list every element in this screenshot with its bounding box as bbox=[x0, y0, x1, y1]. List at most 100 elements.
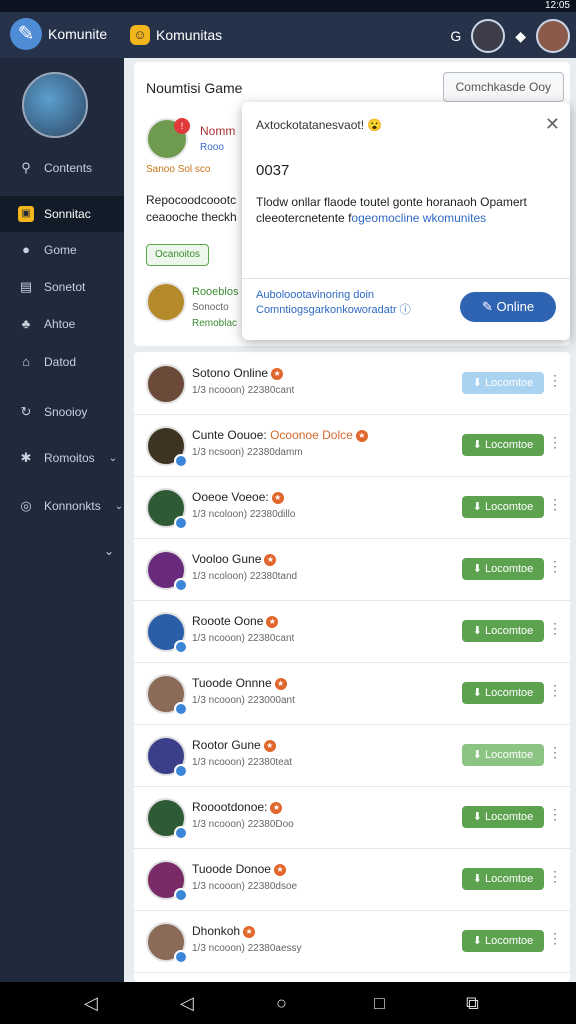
sidebar-item-contents[interactable]: ⚲ Contents bbox=[0, 150, 124, 186]
list-item[interactable]: Vooloo Gune ★ 1/3 ncoloon) 22380tand ⬇ Loco… bbox=[134, 538, 570, 601]
list-item-title: Ooeoe Voeoe: bbox=[192, 490, 269, 504]
list-item[interactable]: Dhonkoh ★ 1/3 ncooon) 22380aessy ⬇ Locomtoe… bbox=[134, 910, 570, 973]
more-icon[interactable]: ⋮ bbox=[548, 496, 562, 513]
sidebar-item-snooioy[interactable]: ↻ Snooioy bbox=[0, 394, 124, 430]
list-item[interactable]: Ooeoe Voeoe: ★ 1/3 ncoloon) 22380dillo ⬇ Lo… bbox=[134, 476, 570, 539]
list-item-meta: 1/3 ncooon) 22380cant bbox=[192, 633, 295, 644]
more-icon[interactable]: ⋮ bbox=[548, 372, 562, 389]
list-item[interactable]: Tuoode Onnne ★ 1/3 ncooon) 223000ant ⬇ Loco… bbox=[134, 662, 570, 725]
more-icon[interactable]: ⋮ bbox=[548, 682, 562, 699]
sidebar-item-datod[interactable]: ⌂ Datod bbox=[0, 344, 124, 380]
join-button[interactable]: ⬇ Locomtoe bbox=[462, 744, 544, 766]
square-icon: ▣ bbox=[18, 206, 34, 222]
popup-body-link[interactable]: ogeomocline wkomunites bbox=[351, 211, 486, 225]
top-right-button[interactable]: Comchkasde Ooy bbox=[442, 72, 564, 102]
join-button[interactable]: ⬇ Locomtoe bbox=[462, 434, 544, 456]
join-button[interactable]: ⬇ Locomtoe bbox=[462, 558, 544, 580]
join-button-label: Locomtoe bbox=[484, 439, 534, 451]
list-item-title: Rooootdonoe: bbox=[192, 800, 268, 814]
list-item-name: Ooeoe Voeoe: ★ bbox=[192, 490, 284, 504]
sidebar-item-label: Gome bbox=[44, 243, 77, 257]
pen-icon[interactable]: ✎ bbox=[10, 18, 42, 50]
list-item[interactable]: Sotono Online ★ 1/3 ncooon) 22380cant ⬇ Loc… bbox=[134, 352, 570, 415]
verified-badge bbox=[174, 764, 188, 778]
featured-name: Nomm bbox=[200, 124, 236, 138]
more-icon[interactable]: ⋮ bbox=[548, 868, 562, 885]
list-item-title: Sotono Online bbox=[192, 366, 269, 380]
featured-subtitle: Rooo bbox=[200, 142, 224, 153]
smiley-icon: ☺ bbox=[130, 25, 150, 45]
join-button-label: Locomtoe bbox=[484, 687, 534, 699]
verified-badge bbox=[174, 950, 188, 964]
screenshot-icon[interactable]: ⧉ bbox=[466, 992, 479, 1014]
list-item-title: Cunte Oouoe: bbox=[192, 428, 267, 442]
sidebar-item-romoitos[interactable]: ✱ Romoitos ⌄ bbox=[0, 440, 124, 476]
info-icon: ⓘ bbox=[399, 304, 411, 316]
list-item[interactable]: Cunte Oouoe: Ocoonoe Dolce ★ 1/3 ncsoon) 2… bbox=[134, 414, 570, 477]
popup-footer-line1: Auboloootavinoring doin bbox=[256, 289, 375, 301]
list-item[interactable]: Rootor Gune ★ 1/3 ncooon) 22380teat ⬇ Locom… bbox=[134, 724, 570, 787]
sidebar-item-konnonkts[interactable]: ◎ Konnonkts ⌄ bbox=[0, 488, 124, 524]
list-item[interactable]: Tuoode Donoe ★ 1/3 ncooon) 22380dsoe ⬇ Loco… bbox=[134, 848, 570, 911]
join-button[interactable]: ⬇ Locomtoe bbox=[462, 372, 544, 394]
sidebar-item-label: Konnonkts bbox=[44, 499, 101, 513]
verified-badge bbox=[174, 578, 188, 592]
chevron-down-icon: ⌄ bbox=[108, 452, 118, 464]
notification-badge: ! bbox=[174, 118, 190, 134]
join-button[interactable]: ⬇ Locomtoe bbox=[462, 620, 544, 642]
join-button[interactable]: ⬇ Locomtoe bbox=[462, 682, 544, 704]
recents-icon[interactable]: □ bbox=[374, 992, 385, 1014]
chevron-down-icon[interactable]: ⌄ bbox=[104, 544, 114, 558]
home-icon: ⌂ bbox=[22, 354, 30, 369]
g-letter[interactable]: G bbox=[450, 28, 461, 44]
app-title: Komunite bbox=[48, 26, 108, 42]
list-item-title: Vooloo Gune bbox=[192, 552, 262, 566]
popup-code: 0037 bbox=[256, 162, 290, 179]
star-icon: ✱ bbox=[20, 450, 32, 465]
featured-chip[interactable]: Ocanoitos bbox=[146, 244, 210, 266]
sidebar-item-label: Datod bbox=[44, 355, 77, 369]
list-item-title: Dhonkoh bbox=[192, 924, 241, 938]
avatar[interactable] bbox=[471, 19, 506, 53]
person-icon: ● bbox=[22, 242, 30, 257]
top-bar: ✎ Komunite ☺ Komunitas G ◆ bbox=[0, 12, 576, 58]
more-icon[interactable]: ⋮ bbox=[548, 806, 562, 823]
sidebar-item-gome[interactable]: ● Gome bbox=[0, 232, 124, 268]
more-icon[interactable]: ⋮ bbox=[548, 558, 562, 575]
list-item[interactable]: Rooootdonoe: ★ 1/3 ncooon) 22380Doo ⬇ Locom… bbox=[134, 786, 570, 849]
more-icon[interactable]: ⋮ bbox=[548, 620, 562, 637]
more-icon[interactable]: ⋮ bbox=[548, 930, 562, 947]
avatar[interactable] bbox=[536, 19, 570, 53]
close-icon[interactable]: ✕ bbox=[545, 114, 560, 135]
more-icon[interactable]: ⋮ bbox=[548, 744, 562, 761]
popup-footer[interactable]: Auboloootavinoring doin Comntiogsgarkonk… bbox=[256, 288, 446, 318]
list-item-name: Rooootdonoe: ★ bbox=[192, 800, 283, 814]
back-icon[interactable]: ◁ bbox=[84, 992, 98, 1014]
android-nav-bar: ◁ ◁ ○ □ ⧉ bbox=[0, 982, 576, 1024]
join-button[interactable]: ⬇ Locomtoe bbox=[462, 806, 544, 828]
popup-title: Axtockotatanesvaot! 😮 bbox=[256, 118, 382, 132]
online-button[interactable]: ✎ Online bbox=[460, 292, 556, 322]
download-icon: ⬇ bbox=[472, 935, 485, 947]
featured-row[interactable]: ! Nomm Rooo bbox=[146, 118, 246, 168]
star-badge-icon: ★ bbox=[271, 367, 284, 380]
sidebar-item-ahtoe[interactable]: ♣ Ahtoe bbox=[0, 306, 124, 342]
back-icon[interactable]: ◁ bbox=[180, 992, 194, 1014]
featured-row-2[interactable]: Rooeblos Sonocto Remoblac bbox=[146, 282, 256, 332]
tab-komunitas[interactable]: ☺ Komunitas bbox=[130, 22, 222, 48]
join-button[interactable]: ⬇ Locomtoe bbox=[462, 868, 544, 890]
list-item-name: Sotono Online ★ bbox=[192, 366, 284, 380]
more-icon[interactable]: ⋮ bbox=[548, 434, 562, 451]
sidebar-item-label: Romoitos bbox=[44, 451, 95, 465]
diamond-icon[interactable]: ◆ bbox=[515, 28, 526, 45]
list-item[interactable]: Rooote Oone ★ 1/3 ncooon) 22380cant ⬇ Locom… bbox=[134, 600, 570, 663]
home-icon[interactable]: ○ bbox=[276, 992, 287, 1014]
profile-avatar[interactable] bbox=[22, 72, 88, 138]
sidebar-item-sonetot[interactable]: ▤ Sonetot bbox=[0, 269, 124, 305]
join-button[interactable]: ⬇ Locomtoe bbox=[462, 930, 544, 952]
list-item-meta: 1/3 ncooon) 22380cant bbox=[192, 385, 295, 396]
sidebar-item-sonnitac[interactable]: ▣ Sonnitac bbox=[0, 196, 124, 232]
group-icon: ♣ bbox=[21, 316, 31, 331]
verified-badge bbox=[174, 826, 188, 840]
join-button[interactable]: ⬇ Locomtoe bbox=[462, 496, 544, 518]
